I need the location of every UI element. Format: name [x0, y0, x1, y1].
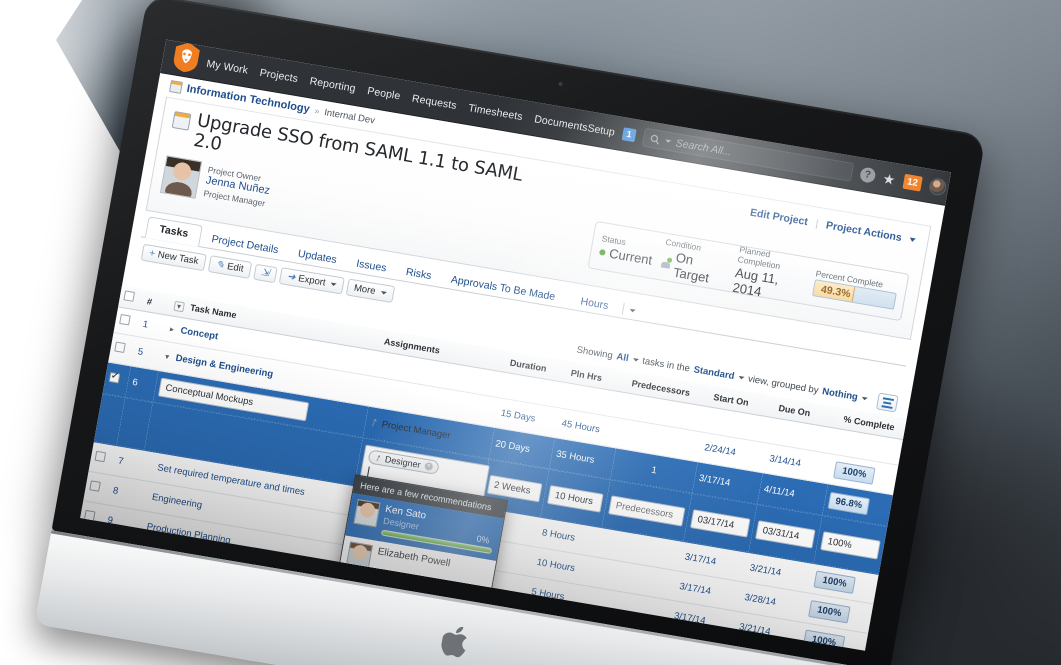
search-placeholder: Search All... [674, 136, 733, 158]
text-cursor [366, 466, 370, 477]
chevron-down-icon[interactable] [909, 237, 916, 243]
notification-badge[interactable]: 12 [901, 173, 923, 192]
owner-avatar[interactable] [159, 155, 203, 200]
row-task-name: Concept [179, 325, 220, 343]
predecessors-input[interactable] [608, 494, 686, 527]
row-percent: 100% [808, 600, 851, 624]
assignment-token[interactable]: ➚ Designer × [367, 449, 440, 475]
lion-logo-icon[interactable] [168, 41, 204, 79]
percent-complete-input[interactable] [820, 530, 881, 560]
nav-item-projects[interactable]: Projects [259, 66, 299, 84]
row-percent: 100% [813, 570, 856, 594]
filter-selector[interactable]: All [616, 351, 630, 364]
edit-button[interactable]: ✎ Edit [207, 255, 252, 279]
row-percent: 96.8% [827, 491, 870, 516]
recommendation-avatar [345, 540, 373, 570]
row-task-name: Production Planning [145, 521, 232, 547]
row-checkbox[interactable] [114, 341, 126, 354]
webcam-icon [558, 81, 563, 87]
owner-text: Project Owner Jenna Nuñez Project Manage… [203, 164, 273, 209]
view-caret-icon[interactable] [737, 375, 745, 380]
assignment-icon: ➚ [367, 416, 380, 430]
planned-hours-input[interactable] [547, 484, 604, 513]
apple-logo [441, 626, 467, 658]
plus-icon: + [148, 247, 156, 260]
disclosure-icon[interactable]: ▸ [169, 324, 175, 334]
more-label: More [353, 282, 377, 298]
assignment-token-icon: ➚ [372, 452, 383, 464]
status-block: Status Current [597, 227, 656, 273]
grouping-caret-icon[interactable] [861, 396, 868, 401]
screenshot-stage: My Work Projects Reporting People Reques… [0, 0, 1061, 665]
nav-item-reporting[interactable]: Reporting [309, 75, 357, 95]
filter-caret-icon[interactable] [632, 357, 639, 362]
showing-prefix: Showing [575, 344, 614, 362]
search-scope-caret-icon[interactable] [664, 139, 672, 144]
row-checkbox[interactable] [89, 480, 101, 492]
remove-token-icon[interactable]: × [423, 461, 434, 471]
row-percent: 100% [833, 461, 876, 485]
project-icon [171, 111, 192, 131]
setup-link[interactable]: Setup [587, 122, 616, 138]
portfolio-icon [168, 80, 183, 94]
actions-divider: | [814, 218, 820, 230]
completion-block: Planned Completion Aug 11, 2014 [732, 244, 808, 299]
row-percent: 100% [802, 629, 846, 651]
export-label: Export [297, 273, 327, 289]
nav-item-people[interactable]: People [366, 85, 401, 102]
row-number: 9 [100, 504, 134, 539]
favorites-star-icon[interactable]: ★ [882, 170, 897, 188]
convert-button[interactable]: ⇲ [252, 263, 278, 283]
breadcrumb-separator: » [313, 105, 321, 117]
row-checkbox-checked[interactable] [108, 372, 121, 384]
status-dot-icon [598, 248, 606, 256]
condition-block: Condition On Target [660, 236, 730, 286]
breadcrumb-current[interactable]: Internal Dev [323, 107, 375, 126]
search-icon [650, 134, 659, 145]
disclosure-icon[interactable]: ▾ [164, 352, 170, 362]
header-task-name-label: Task Name [189, 302, 238, 321]
list-layout-button[interactable] [875, 392, 899, 413]
select-all-checkbox[interactable] [123, 290, 136, 302]
more-button[interactable]: More [345, 278, 395, 303]
view-selector[interactable]: Standard [693, 364, 736, 382]
assignment-token-label: Designer [384, 454, 422, 470]
recommendations-dropdown: Here are a few recommendations Ken Sato … [337, 474, 508, 598]
percent-complete-block: Percent Complete 49.3% [811, 263, 900, 314]
nav-item-my-work[interactable]: My Work [206, 57, 249, 76]
help-icon[interactable]: ? [858, 166, 877, 184]
convert-icon: ⇲ [260, 266, 271, 279]
export-arrow-icon: ➜ [286, 270, 297, 283]
recommendation-avatar [353, 499, 381, 528]
tab-overflow-caret-icon[interactable] [629, 308, 637, 313]
nav-item-timesheets[interactable]: Timesheets [467, 102, 523, 123]
tab-divider [622, 302, 626, 315]
row-checkbox-cell[interactable] [80, 500, 107, 535]
more-caret-icon [380, 290, 387, 295]
row-task-name: Engineering [151, 491, 203, 512]
recommendation-load-value: 0% [475, 533, 491, 546]
grouping-selector[interactable]: Nothing [821, 386, 858, 403]
row-checkbox[interactable] [119, 313, 131, 326]
row-checkbox[interactable] [83, 509, 96, 522]
row-checkbox[interactable] [94, 450, 107, 463]
nav-item-requests[interactable]: Requests [411, 92, 458, 111]
new-task-label: New Task [156, 249, 200, 268]
edit-label: Edit [226, 261, 245, 275]
condition-person-icon [661, 257, 672, 268]
nav-item-documents[interactable]: Documents [533, 113, 588, 134]
setup-badge: 1 [621, 127, 637, 143]
user-avatar[interactable] [927, 177, 948, 197]
row-assignment-label: Project Manager [380, 419, 452, 442]
start-date-input[interactable] [690, 508, 751, 538]
due-date-input[interactable] [755, 519, 816, 549]
pencil-icon: ✎ [215, 258, 226, 271]
export-caret-icon [330, 282, 337, 287]
showing-mid: tasks in the [641, 355, 691, 375]
